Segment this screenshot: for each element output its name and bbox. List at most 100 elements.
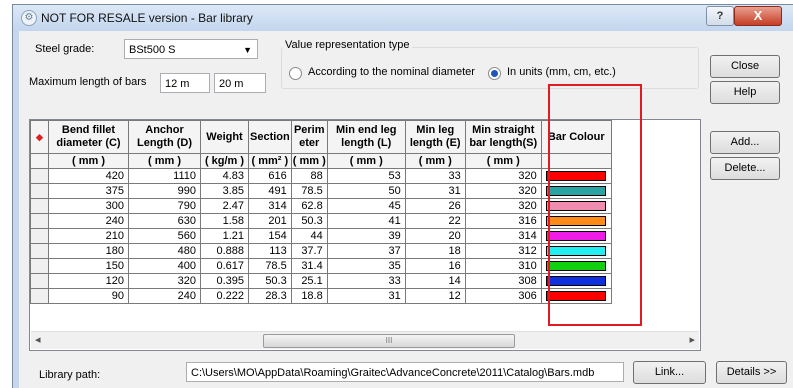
table-row[interactable]: 150 400 0.617 78.5 31.4 35 16 310 (30, 258, 612, 274)
table-row[interactable]: 120 320 0.395 50.3 25.1 33 14 308 (30, 273, 612, 289)
max-length-field-2[interactable]: 20 m (214, 73, 266, 93)
table-cell[interactable]: 31 (326, 288, 406, 304)
table-row[interactable]: 240 630 1.58 201 50.3 41 22 316 (30, 213, 612, 229)
table-cell[interactable]: 18 (404, 243, 466, 259)
table-cell[interactable]: 320 (464, 168, 542, 184)
table-cell[interactable]: 120 (48, 273, 129, 289)
table-row[interactable]: 420 1110 4.83 616 88 53 33 320 (30, 168, 612, 184)
table-cell[interactable]: 0.395 (200, 273, 249, 289)
table-cell[interactable]: 314 (464, 228, 542, 244)
nominal-diameter-radio[interactable] (289, 67, 302, 80)
table-cell[interactable]: 790 (128, 198, 201, 214)
table-cell[interactable]: 375 (48, 183, 129, 199)
bar-colour-cell[interactable] (540, 273, 612, 289)
table-cell[interactable]: 31 (404, 183, 466, 199)
row-header[interactable] (30, 168, 49, 184)
table-cell[interactable]: 78.5 (290, 183, 328, 199)
column-header[interactable]: Bend fillet diameter (C) (48, 120, 129, 154)
table-cell[interactable]: 1.21 (200, 228, 249, 244)
title-bar[interactable]: ⚙ NOT FOR RESALE version - Bar library ?… (13, 5, 793, 31)
column-header[interactable]: Min end leg length (L) (326, 120, 406, 154)
bar-colour-cell[interactable] (540, 228, 612, 244)
table-cell[interactable]: 37 (326, 243, 406, 259)
table-cell[interactable]: 201 (248, 213, 292, 229)
row-header[interactable] (30, 258, 49, 274)
table-cell[interactable]: 0.888 (200, 243, 249, 259)
table-cell[interactable]: 35 (326, 258, 406, 274)
bar-colour-cell[interactable] (540, 198, 612, 214)
table-cell[interactable]: 1.58 (200, 213, 249, 229)
table-cell[interactable]: 18.8 (290, 288, 328, 304)
bar-colour-cell[interactable] (540, 168, 612, 184)
table-cell[interactable]: 240 (128, 288, 201, 304)
scroll-thumb[interactable]: III (263, 334, 515, 348)
table-cell[interactable]: 320 (128, 273, 201, 289)
close-window-button[interactable]: X (734, 6, 782, 26)
help-button[interactable]: Help (710, 81, 780, 104)
table-cell[interactable]: 400 (128, 258, 201, 274)
table-cell[interactable]: 33 (326, 273, 406, 289)
table-cell[interactable]: 150 (48, 258, 129, 274)
table-cell[interactable]: 314 (248, 198, 292, 214)
column-header[interactable]: Min leg length (E) (404, 120, 466, 154)
column-header[interactable]: Weight (200, 120, 249, 154)
scroll-right-icon[interactable]: ▸ (689, 333, 695, 346)
table-cell[interactable]: 45 (326, 198, 406, 214)
table-cell[interactable]: 88 (290, 168, 328, 184)
table-cell[interactable]: 50 (326, 183, 406, 199)
table-cell[interactable]: 25.1 (290, 273, 328, 289)
table-row[interactable]: 300 790 2.47 314 62.8 45 26 320 (30, 198, 612, 214)
table-cell[interactable]: 90 (48, 288, 129, 304)
table-cell[interactable]: 312 (464, 243, 542, 259)
table-cell[interactable]: 44 (290, 228, 328, 244)
table-cell[interactable]: 320 (464, 183, 542, 199)
row-header[interactable] (30, 273, 49, 289)
table-cell[interactable]: 37.7 (290, 243, 328, 259)
table-cell[interactable]: 78.5 (248, 258, 292, 274)
table-cell[interactable]: 20 (404, 228, 466, 244)
scroll-left-icon[interactable]: ◂ (35, 333, 41, 346)
bar-colour-cell[interactable] (540, 183, 612, 199)
close-button[interactable]: Close (710, 55, 780, 78)
column-header[interactable]: Perim eter (290, 120, 328, 154)
bar-colour-cell[interactable] (540, 288, 612, 304)
table-cell[interactable]: 616 (248, 168, 292, 184)
table-cell[interactable]: 16 (404, 258, 466, 274)
row-header[interactable] (30, 288, 49, 304)
column-header[interactable]: Min straight bar length(S) (464, 120, 542, 154)
row-header[interactable] (30, 213, 49, 229)
row-header[interactable] (30, 183, 49, 199)
link-button[interactable]: Link... (633, 361, 706, 384)
table-cell[interactable]: 113 (248, 243, 292, 259)
table-cell[interactable]: 2.47 (200, 198, 249, 214)
horizontal-scrollbar[interactable]: ◂ III ▸ (31, 331, 699, 349)
table-row[interactable]: 90 240 0.222 28.3 18.8 31 12 306 (30, 288, 612, 304)
delete-button[interactable]: Delete... (710, 157, 780, 180)
column-header[interactable]: Section (248, 120, 292, 154)
table-cell[interactable]: 0.222 (200, 288, 249, 304)
table-cell[interactable]: 180 (48, 243, 129, 259)
column-header[interactable]: Anchor Length (D) (128, 120, 201, 154)
table-cell[interactable]: 53 (326, 168, 406, 184)
max-length-field-1[interactable]: 12 m (160, 73, 210, 93)
table-row[interactable]: 210 560 1.21 154 44 39 20 314 (30, 228, 612, 244)
steel-grade-select[interactable]: BSt500 S ▼ (124, 39, 258, 59)
row-header[interactable] (30, 228, 49, 244)
table-cell[interactable]: 420 (48, 168, 129, 184)
table-cell[interactable]: 31.4 (290, 258, 328, 274)
table-cell[interactable]: 4.83 (200, 168, 249, 184)
table-cell[interactable]: 41 (326, 213, 406, 229)
details-button[interactable]: Details >> (716, 361, 787, 384)
table-cell[interactable]: 39 (326, 228, 406, 244)
bar-colour-cell[interactable] (540, 258, 612, 274)
table-cell[interactable]: 22 (404, 213, 466, 229)
table-cell[interactable]: 28.3 (248, 288, 292, 304)
table-cell[interactable]: 316 (464, 213, 542, 229)
row-header[interactable] (30, 198, 49, 214)
add-button[interactable]: Add... (710, 131, 780, 154)
column-header[interactable]: Bar Colour (540, 120, 612, 154)
table-row[interactable]: 180 480 0.888 113 37.7 37 18 312 (30, 243, 612, 259)
library-path-field[interactable]: C:\Users\MO\AppData\Roaming\Graitec\Adva… (186, 362, 624, 382)
table-cell[interactable]: 12 (404, 288, 466, 304)
in-units-radio[interactable] (488, 67, 501, 80)
